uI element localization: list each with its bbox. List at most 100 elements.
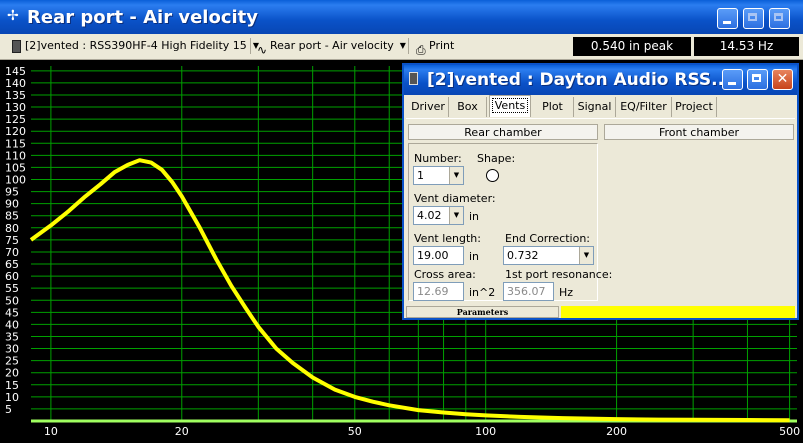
tab-signal[interactable]: Signal — [574, 97, 616, 117]
y-tick-label: 60 — [5, 270, 19, 283]
y-tick-label: 90 — [5, 198, 19, 211]
dialog-status-bar: Parameters — [404, 306, 797, 318]
y-tick-label: 110 — [5, 149, 26, 162]
dialog-maximize-button[interactable] — [747, 69, 768, 90]
x-tick-label: 20 — [175, 425, 189, 438]
port-resonance-unit: Hz — [559, 286, 574, 299]
graph-selector-label: Rear port - Air velocity — [270, 39, 394, 52]
y-tick-label: 125 — [5, 113, 26, 126]
vent-length-unit: in — [469, 250, 480, 263]
close-button-disabled[interactable] — [769, 8, 790, 29]
end-correction-value: 0.732 — [507, 249, 539, 262]
tab-box[interactable]: Box — [449, 97, 487, 117]
project-selector-label: [2]vented : RSS390HF-4 High Fidelity 15 — [25, 39, 247, 52]
tab-vents[interactable]: Vents — [489, 95, 531, 117]
chevron-down-icon: ▼ — [449, 167, 463, 184]
y-tick-label: 10 — [5, 391, 19, 404]
dialog-title: [2]vented : Dayton Audio RSS... — [427, 70, 731, 90]
cross-area-unit: in^2 — [469, 286, 496, 299]
vent-diameter-unit: in — [469, 210, 480, 223]
minimize-icon — [718, 9, 737, 28]
minimize-icon — [723, 70, 742, 89]
y-tick-label: 80 — [5, 222, 19, 235]
dialog-title-bar[interactable]: [2]vented : Dayton Audio RSS... ✕ — [404, 65, 797, 95]
app-system-icon[interactable]: ✢ — [7, 9, 19, 23]
vent-diameter-label: Vent diameter: — [414, 192, 496, 205]
y-tick-label: 15 — [5, 379, 19, 392]
dialog-minimize-button[interactable] — [722, 69, 743, 90]
restore-icon — [770, 9, 789, 28]
tab-eq-filter[interactable]: EQ/Filter — [616, 97, 672, 117]
toolbar: [2]vented : RSS390HF-4 High Fidelity 15 ▼… — [0, 34, 803, 60]
y-tick-label: 75 — [5, 234, 19, 247]
x-tick-label: 50 — [348, 425, 362, 438]
vents-panel: Rear chamber Front chamber Number: Shape… — [406, 118, 795, 304]
close-icon: ✕ — [776, 71, 789, 87]
main-title-bar[interactable]: ✢ Rear port - Air velocity — [0, 0, 803, 34]
chevron-down-icon: ▼ — [449, 207, 463, 224]
y-tick-label: 30 — [5, 343, 19, 356]
maximize-button[interactable] — [743, 8, 764, 29]
cross-area-field: 12.69 — [413, 282, 464, 301]
vent-diameter-input[interactable]: 4.02 ▼ — [413, 206, 464, 225]
maximize-icon — [748, 70, 767, 89]
y-tick-label: 135 — [5, 89, 26, 102]
number-select[interactable]: 1 ▼ — [413, 166, 464, 185]
end-correction-select[interactable]: 0.732 ▼ — [503, 246, 594, 265]
port-resonance-label: 1st port resonance: — [505, 268, 613, 281]
tab-project[interactable]: Project — [672, 97, 717, 117]
x-tick-label: 100 — [475, 425, 496, 438]
y-tick-label: 50 — [5, 294, 19, 307]
print-button[interactable]: ⎙ Print — [416, 36, 454, 57]
y-tick-label: 65 — [5, 258, 19, 271]
y-tick-label: 140 — [5, 77, 26, 90]
vent-length-input[interactable]: 19.00 — [413, 246, 464, 265]
y-tick-label: 40 — [5, 318, 19, 331]
x-tick-label: 200 — [606, 425, 627, 438]
y-tick-label: 115 — [5, 137, 26, 150]
number-value: 1 — [417, 169, 424, 182]
printer-icon: ⎙ — [416, 42, 426, 57]
y-tick-label: 5 — [5, 403, 12, 416]
chevron-down-icon: ▼ — [579, 247, 593, 264]
graph-selector[interactable]: ∿ Rear port - Air velocity ▼ — [257, 36, 406, 57]
end-correction-label: End Correction: — [505, 232, 591, 245]
front-chamber-button[interactable]: Front chamber — [604, 124, 794, 140]
document-icon — [12, 39, 21, 53]
port-resonance-field: 356.07 — [503, 282, 554, 301]
rear-chamber-button[interactable]: Rear chamber — [408, 124, 598, 140]
tab-driver[interactable]: Driver — [408, 97, 449, 117]
circle-icon[interactable] — [486, 169, 499, 182]
y-tick-label: 35 — [5, 330, 19, 343]
toolbar-separator — [250, 38, 251, 54]
dialog-close-button[interactable]: ✕ — [772, 69, 793, 90]
rear-chamber-group: Number: Shape: 1 ▼ Vent diameter: 4.02 ▼… — [408, 143, 612, 301]
y-tick-label: 45 — [5, 306, 19, 319]
toolbar-separator — [408, 38, 409, 54]
vent-diameter-value: 4.02 — [417, 209, 442, 222]
y-tick-label: 95 — [5, 186, 19, 199]
vent-length-label: Vent length: — [414, 232, 481, 245]
tab-plot[interactable]: Plot — [532, 97, 574, 117]
x-tick-label: 500 — [779, 425, 800, 438]
waveform-icon: ∿ — [257, 42, 268, 57]
vents-dialog: [2]vented : Dayton Audio RSS... ✕ Driver… — [402, 63, 799, 320]
peak-readout: 0.540 in peak — [573, 37, 691, 56]
y-tick-label: 145 — [5, 65, 26, 78]
y-tick-label: 105 — [5, 161, 26, 174]
y-tick-label: 100 — [5, 174, 26, 187]
project-selector[interactable]: [2]vented : RSS390HF-4 High Fidelity 15 ▼ — [12, 36, 259, 56]
y-tick-label: 120 — [5, 125, 26, 138]
window-title: Rear port - Air velocity — [27, 7, 258, 28]
y-tick-label: 85 — [5, 210, 19, 223]
y-tick-label: 55 — [5, 282, 19, 295]
y-tick-label: 20 — [5, 367, 19, 380]
y-tick-label: 25 — [5, 355, 19, 368]
frequency-readout: 14.53 Hz — [694, 37, 799, 56]
status-indicator — [561, 306, 795, 318]
cross-area-label: Cross area: — [414, 268, 476, 281]
minimize-button[interactable] — [717, 8, 738, 29]
y-tick-label: 70 — [5, 246, 19, 259]
x-tick-label: 10 — [44, 425, 58, 438]
chevron-down-icon: ▼ — [399, 41, 406, 50]
